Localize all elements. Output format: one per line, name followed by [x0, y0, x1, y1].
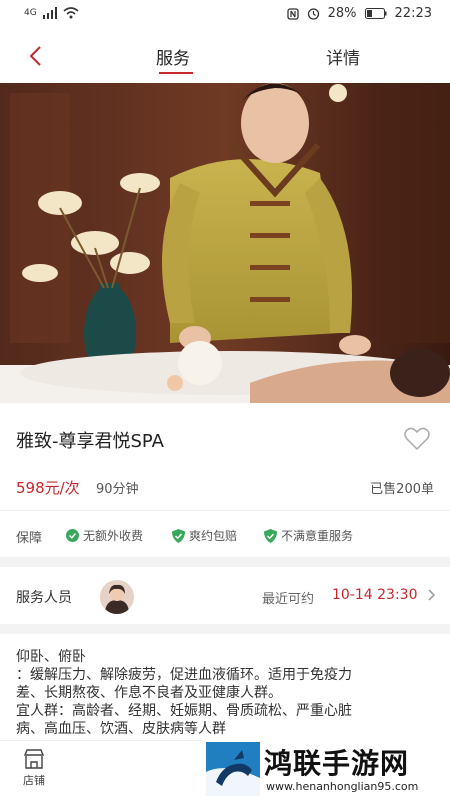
heart-icon	[404, 427, 430, 451]
tab-detail[interactable]: 详情	[326, 44, 360, 69]
guarantee-item-label: 无额外收费	[83, 529, 144, 543]
watermark: 鸿联手游网 www.henanhonglian95.com	[202, 738, 450, 800]
favorite-button[interactable]	[404, 427, 430, 455]
back-button[interactable]	[22, 42, 50, 70]
network-label: 4G	[24, 8, 37, 18]
price: 598元/次	[16, 479, 80, 497]
staff-row[interactable]: 服务人员 最近可约 10-14 23:30	[0, 567, 450, 623]
chevron-right-icon	[428, 589, 436, 601]
duration: 90分钟	[96, 482, 139, 497]
check-circle-icon	[66, 529, 79, 542]
chevron-left-icon	[29, 46, 41, 66]
guarantee-item: 无额外收费	[66, 527, 143, 544]
staff-label: 服务人员	[16, 590, 72, 606]
guarantee-item: 爽约包赔	[172, 527, 237, 544]
available-time: 10-14 23:30	[332, 587, 418, 603]
description-line: 仰卧、俯卧	[16, 649, 86, 665]
product-title-row: 雅致-尊享君悦SPA	[0, 405, 450, 465]
wifi-icon	[63, 7, 79, 19]
section-gap	[0, 557, 450, 567]
product-title: 雅致-尊享君悦SPA	[16, 431, 164, 452]
store-icon	[23, 749, 45, 769]
available-label: 最近可约	[262, 592, 315, 607]
clock-time: 22:23	[394, 6, 432, 21]
battery-percent: 28%	[327, 6, 357, 21]
description-line: 宜人群：高龄者、经期、妊娠期、骨质疏松、严重心脏	[16, 703, 352, 719]
spa-photo-illustration	[0, 83, 450, 403]
battery-icon	[364, 8, 387, 19]
store-label: 店铺	[23, 774, 45, 787]
sold-count: 已售200单	[370, 482, 434, 497]
shield-check-icon	[172, 528, 185, 543]
status-bar: 4G 28% 22:23	[0, 0, 450, 30]
top-nav: 服务 详情	[0, 30, 450, 80]
guarantee-row: 保障 无额外收费 爽约包赔 不满意重服务	[0, 514, 450, 556]
guarantee-item-label: 不满意重服务	[281, 529, 354, 543]
section-gap	[0, 624, 450, 634]
store-button[interactable]: 店铺	[14, 749, 54, 788]
guarantee-label: 保障	[16, 531, 43, 546]
guarantee-item: 不满意重服务	[264, 527, 353, 544]
avatar-image	[100, 580, 134, 614]
service-description: 仰卧、俯卧 ：缓解压力、解除疲劳，促进血液循环。适用于免疫力 差、长期熬夜、作息…	[16, 648, 436, 738]
hero-image	[0, 83, 450, 403]
signal-icon	[42, 7, 57, 19]
price-row: 598元/次 90分钟 已售200单	[0, 470, 450, 504]
status-right: 28% 22:23	[286, 6, 432, 21]
tab-service[interactable]: 服务	[156, 44, 190, 69]
watermark-url: www.henanhonglian95.com	[266, 780, 419, 793]
description-line: ：缓解压力、解除疲劳，促进血液循环。适用于免疫力	[16, 667, 352, 683]
watermark-title: 鸿联手游网	[264, 747, 410, 780]
divider	[0, 510, 450, 511]
description-line: 差、长期熬夜、作息不良者及亚健康人群。	[16, 685, 282, 701]
alarm-icon	[307, 8, 319, 20]
status-left: 4G	[24, 7, 79, 19]
watermark-logo	[206, 742, 260, 796]
shield-check-icon	[264, 528, 277, 543]
description-line: 病、高血压、饮酒、皮肤病等人群	[16, 721, 226, 737]
staff-avatar[interactable]	[100, 580, 134, 614]
tab-active-indicator	[159, 72, 193, 74]
nfc-icon	[286, 7, 299, 20]
guarantee-item-label: 爽约包赔	[189, 529, 238, 543]
